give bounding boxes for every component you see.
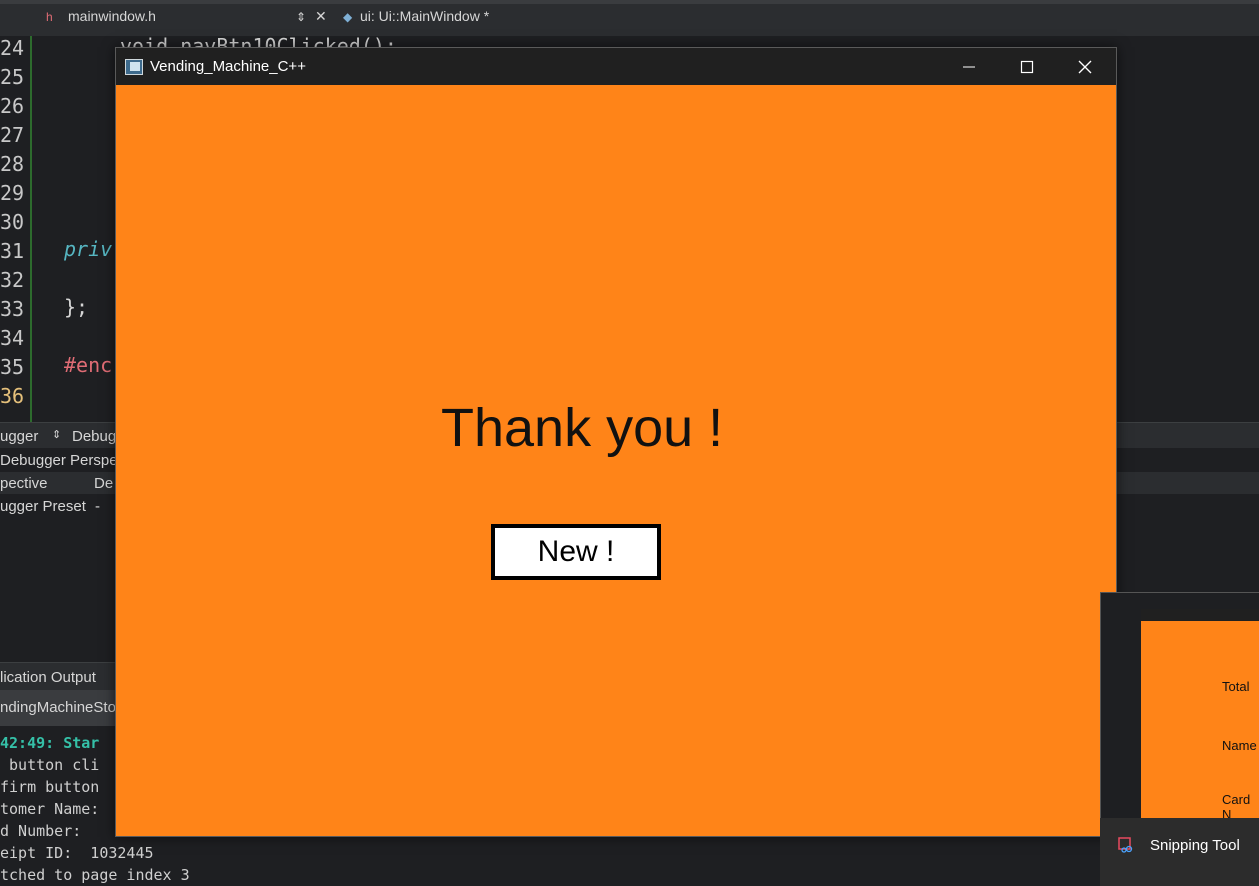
dropdown-arrow-icon[interactable]: ⇕ xyxy=(52,428,61,441)
minimize-button[interactable] xyxy=(940,48,998,85)
ide-tab-bar: h mainwindow.h ⇕ ✕ ◆ ui: Ui::MainWindow … xyxy=(0,0,1259,37)
thumbnail-label-name: Name xyxy=(1222,738,1257,753)
close-icon xyxy=(1078,60,1092,74)
line-number-current: 36 xyxy=(0,384,25,408)
thank-you-message: Thank you ! xyxy=(441,398,724,458)
code-line-31: priv xyxy=(64,237,113,261)
thumbnail-label-total: Total xyxy=(1222,679,1250,694)
line-number: 24 xyxy=(0,36,25,60)
output-tab[interactable]: ndingMachineSto xyxy=(0,690,120,726)
file-switch-icon[interactable]: ⇕ xyxy=(296,10,306,24)
maximize-icon xyxy=(1020,60,1034,74)
console-line: 42:49: Star xyxy=(0,734,100,752)
line-number: 25 xyxy=(0,65,25,89)
line-number: 32 xyxy=(0,268,25,292)
line-number: 35 xyxy=(0,355,25,379)
window-titlebar[interactable]: Vending_Machine_C++ xyxy=(116,48,1116,85)
snipping-tool-preview[interactable]: Snipping Tool xyxy=(1100,818,1259,886)
console-line: d Number: xyxy=(0,822,100,840)
line-number: 31 xyxy=(0,239,25,263)
perspective-row-value: - xyxy=(95,498,100,515)
window-thumbnail[interactable]: Total Name Card N xyxy=(1100,592,1259,820)
column-de[interactable]: De xyxy=(94,475,113,492)
line-number: 26 xyxy=(0,94,25,118)
line-number: 27 xyxy=(0,123,25,147)
line-number: 33 xyxy=(0,297,25,321)
output-tab-label: ndingMachineSto xyxy=(0,699,116,716)
editor-file-tab[interactable]: mainwindow.h xyxy=(68,8,156,24)
debugger-tab[interactable]: Debug xyxy=(72,428,116,445)
new-button[interactable]: New ! xyxy=(491,524,661,580)
perspective-header: Debugger Perspect xyxy=(0,452,130,469)
column-perspective[interactable]: pective xyxy=(0,475,48,492)
ide-top-strip xyxy=(0,0,1259,4)
line-number: 28 xyxy=(0,152,25,176)
window-title: Vending_Machine_C++ xyxy=(150,58,306,75)
vending-machine-window: Vending_Machine_C++ Thank you ! New ! xyxy=(115,47,1117,837)
console-line: tched to page index 3 xyxy=(0,866,190,884)
snipping-tool-label: Snipping Tool xyxy=(1150,837,1240,854)
header-file-icon: h xyxy=(46,10,53,24)
perspective-row[interactable]: ugger Preset xyxy=(0,498,86,515)
code-line-33: }; xyxy=(64,295,89,319)
app-icon xyxy=(125,59,143,75)
snipping-tool-icon xyxy=(1118,837,1133,853)
close-button[interactable] xyxy=(1056,48,1114,85)
symbol-icon: ◆ xyxy=(343,10,353,24)
console-line: eipt ID: 1032445 xyxy=(0,844,154,862)
maximize-button[interactable] xyxy=(998,48,1056,85)
line-number: 30 xyxy=(0,210,25,234)
output-title: lication Output xyxy=(0,669,96,686)
console-line: button cli xyxy=(0,756,100,774)
debugger-dropdown[interactable]: ugger xyxy=(0,428,38,445)
close-icon[interactable]: ✕ xyxy=(315,8,327,25)
thumbnail-titlebar xyxy=(1141,609,1259,621)
symbol-selector[interactable]: ui: Ui::MainWindow * xyxy=(360,8,489,24)
console-line: firm button xyxy=(0,778,100,796)
line-number: 34 xyxy=(0,326,25,350)
line-number: 29 xyxy=(0,181,25,205)
console-line: tomer Name: xyxy=(0,800,100,818)
thumbnail-label-card: Card N xyxy=(1222,792,1251,820)
thumbnail-content: Total Name Card N xyxy=(1141,621,1259,819)
window-content: Thank you ! New ! xyxy=(116,85,1116,836)
minimize-icon xyxy=(963,66,975,68)
code-line-35: #enc xyxy=(64,353,113,377)
